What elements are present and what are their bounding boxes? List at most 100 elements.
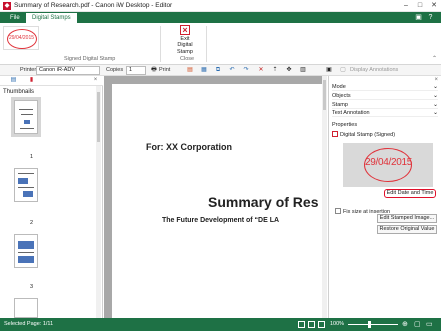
select-icon[interactable]: ⇡ <box>271 67 279 74</box>
delete-icon[interactable]: ✕ <box>257 67 265 74</box>
left-panel-toolbar: ▤ ▮ × <box>0 76 103 86</box>
chevron-down-icon: ⌄ <box>432 93 438 99</box>
document-scrollbar[interactable] <box>322 76 327 318</box>
thumbnails-tab-icon[interactable]: ▤ <box>10 77 17 84</box>
properties-header: Properties <box>332 122 358 128</box>
save-icon[interactable]: ▦ <box>200 67 208 74</box>
scrollbar-thumb[interactable] <box>323 80 326 110</box>
chevron-down-icon: ⌄ <box>432 84 438 90</box>
printer-icon[interactable]: 🖶 <box>150 67 158 74</box>
thumb-text-line <box>18 252 34 253</box>
thumbnails-panel: Thumbnails 1 2 3 <box>0 86 103 318</box>
maximize-button[interactable]: □ <box>413 0 427 12</box>
zoom-level: 100% <box>330 321 345 327</box>
zoom-slider[interactable] <box>348 321 398 328</box>
property-item: Digital Stamp (Signed) <box>332 131 438 139</box>
zoom-slider-knob[interactable] <box>368 321 371 328</box>
fit-page-icon[interactable]: ▢ <box>414 320 421 328</box>
signed-stamp-thumbnail[interactable]: 29/04/2015 <box>3 26 39 50</box>
restore-original-value-button[interactable]: Restore Original Value <box>377 225 437 234</box>
exit-button-label-line2: Stamp <box>177 49 193 55</box>
stamp-preview: 29/04/2015 <box>343 143 433 187</box>
thumbnails-header: Thumbnails <box>3 89 35 95</box>
copies-value: 1 <box>129 67 133 73</box>
page-thumbnail-4[interactable] <box>14 298 38 318</box>
page-thumbnail-3[interactable] <box>14 234 38 268</box>
page-thumbnail-2[interactable] <box>14 168 38 202</box>
thumb-text-line <box>21 114 33 115</box>
view-icon[interactable]: ▣ <box>325 67 333 74</box>
copy-icon[interactable]: ⧉ <box>214 67 222 74</box>
page-corp-text: For: XX Corporation <box>146 142 232 152</box>
printer-label: Printer <box>20 67 37 73</box>
document-view[interactable]: For: XX Corporation Summary of Res The F… <box>104 76 327 318</box>
exit-x-icon: × <box>180 25 190 35</box>
thumb-image <box>23 191 33 197</box>
single-page-view-icon[interactable] <box>298 321 305 328</box>
hand-tool-icon[interactable]: ✥ <box>285 67 293 74</box>
undo-icon[interactable]: ↶ <box>228 67 236 74</box>
thumb-text-line <box>18 173 34 174</box>
ribbon-options-icon[interactable]: ▣ <box>414 13 423 22</box>
app-icon: ◆ <box>3 2 11 10</box>
zoom-in-icon[interactable]: ⊕ <box>402 320 408 328</box>
scrollbar-thumb[interactable] <box>97 92 100 142</box>
exit-digital-stamp-button[interactable]: × Exit Digital Stamp <box>174 25 196 57</box>
fit-width-icon[interactable]: ▭ <box>426 320 433 328</box>
window-title: Summary of Research.pdf - Canon iW Deskt… <box>14 2 173 9</box>
tab-file[interactable]: File <box>4 13 26 23</box>
exit-button-label-line1: Exit Digital <box>177 36 193 48</box>
page-thumbnail-1[interactable] <box>14 100 38 134</box>
edit-date-time-button[interactable]: Edit Date and Time <box>384 189 436 198</box>
annotations-icon: ▢ <box>340 67 346 73</box>
properties-panel: × Mode ⌄ Objects ⌄ Stamp ⌄ Text Annotation ⌄… <box>328 76 441 318</box>
copies-stepper[interactable]: 1 <box>126 66 146 75</box>
export-icon[interactable]: ▤ <box>186 67 194 74</box>
thumb-text-line <box>19 109 33 110</box>
copies-label: Copies <box>106 67 124 73</box>
edit-stamped-image-button[interactable]: Edit Stamped Image... <box>377 214 437 223</box>
close-window-button[interactable]: ✕ <box>427 0 441 12</box>
accordion-mode[interactable]: Mode ⌄ <box>332 83 438 91</box>
two-page-view-icon[interactable] <box>308 321 315 328</box>
accordion-objects[interactable]: Objects ⌄ <box>332 92 438 100</box>
accordion-stamp[interactable]: Stamp ⌄ <box>332 101 438 109</box>
continuous-view-icon[interactable] <box>318 321 325 328</box>
thumb-image <box>24 120 30 124</box>
accordion-mode-label: Mode <box>332 84 346 90</box>
selected-page-status: Selected Page: 1/11 <box>4 321 54 327</box>
ribbon: 29/04/2015 Signed Digital Stamp × Exit D… <box>0 23 441 65</box>
stamp-preview-date: 29/04/2015 <box>365 157 413 168</box>
accordion-text-annotation[interactable]: Text Annotation ⌄ <box>332 109 438 117</box>
accordion-text-annotation-label: Text Annotation <box>332 110 370 116</box>
minimize-button[interactable]: – <box>399 0 413 12</box>
thumbnails-scrollbar[interactable] <box>96 86 101 318</box>
accordion-stamp-label: Stamp <box>332 102 348 108</box>
tab-digital-stamps[interactable]: Digital Stamps <box>26 13 77 23</box>
collapse-ribbon-icon[interactable]: ⌃ <box>432 55 437 62</box>
chevron-down-icon: ⌄ <box>432 102 438 108</box>
bookmark-tab-icon[interactable]: ▮ <box>28 77 35 84</box>
page-number-2: 2 <box>30 220 34 226</box>
ribbon-tabs: File Digital Stamps ▣ ? <box>0 12 441 23</box>
grid-icon[interactable]: ▥ <box>299 67 307 74</box>
printer-select[interactable]: Canon iR-ADV <box>36 66 100 75</box>
print-button[interactable]: Print <box>159 67 170 73</box>
redo-icon[interactable]: ↷ <box>242 67 250 74</box>
help-icon[interactable]: ? <box>426 13 435 22</box>
thumb-image <box>18 178 28 184</box>
close-panel-icon[interactable]: × <box>92 77 99 84</box>
ribbon-separator <box>206 26 207 62</box>
thumb-table <box>18 256 34 263</box>
display-annotations-button[interactable]: Display Annotations <box>350 67 398 73</box>
page-subtitle: The Future Development of “DE LA <box>162 217 280 224</box>
close-group-label: Close <box>180 56 195 62</box>
page-number-3: 3 <box>30 284 34 290</box>
stamp-thumb-date: 29/04/2015 <box>9 35 35 41</box>
thumb-text-line <box>20 128 34 129</box>
quick-toolbar: Printer Canon iR-ADV Copies 1 🖶 Print ▤ … <box>0 65 441 76</box>
property-item-label: Digital Stamp (Signed) <box>340 132 396 138</box>
accordion-objects-label: Objects <box>332 93 351 99</box>
digital-stamp-icon <box>332 131 338 137</box>
fix-size-checkbox[interactable] <box>335 208 341 214</box>
